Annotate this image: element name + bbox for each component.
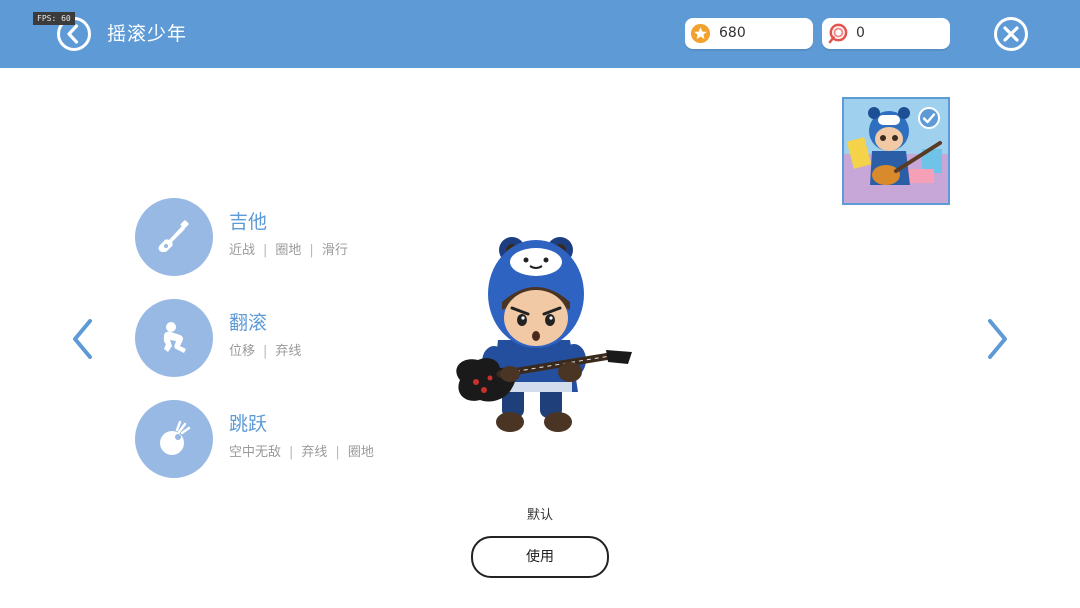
skill-tags: 位移 | 弃线 (229, 344, 302, 359)
selected-badge (918, 107, 940, 129)
top-bar: 摇滚少年 680 0 (0, 0, 1080, 68)
coin-counter: 680 (685, 18, 813, 49)
skill-tag: 位移 (229, 344, 256, 359)
page-title: 摇滚少年 (107, 23, 188, 45)
skill-tag: 滑行 (321, 243, 348, 258)
rock-boy-character-icon (456, 237, 632, 432)
skill-guitar: 吉他 近战 | 圈地 | 滑行 (135, 198, 455, 278)
next-skin-button[interactable] (986, 318, 1010, 360)
skill-badge (135, 198, 213, 276)
skill-name: 翻滚 (229, 312, 268, 334)
skill-badge (135, 400, 213, 478)
skill-roll: 翻滚 位移 | 弃线 (135, 299, 455, 379)
coin-value: 680 (719, 25, 746, 41)
skill-jump: 跳跃 空中无敌 | 弃线 | 圈地 (135, 400, 455, 480)
jump-icon (160, 420, 191, 455)
skill-tag: 弃线 (275, 344, 302, 359)
prev-skin-button[interactable] (70, 318, 94, 360)
fps-counter: FPS: 60 (33, 12, 75, 25)
skill-name: 吉他 (229, 211, 268, 233)
close-button[interactable] (994, 17, 1028, 51)
use-button[interactable]: 使用 (471, 536, 609, 578)
skill-tag: 近战 (229, 243, 256, 258)
roll-icon (163, 322, 186, 353)
skill-tag: 弃线 (301, 445, 328, 460)
guitar-icon (158, 220, 189, 252)
lollipop-value: 0 (856, 25, 865, 41)
skill-tag: 空中无敌 (229, 445, 282, 460)
star-coin-icon (690, 23, 711, 44)
lollipop-icon (828, 23, 848, 44)
skill-badge (135, 299, 213, 377)
skill-tags: 近战 | 圈地 | 滑行 (229, 243, 348, 258)
skin-name: 默认 (526, 508, 553, 523)
skin-thumbnail[interactable] (842, 97, 950, 205)
skill-name: 跳跃 (229, 413, 268, 435)
skill-tag: 圈地 (275, 243, 302, 258)
skill-tags: 空中无敌 | 弃线 | 圈地 (229, 445, 374, 460)
lollipop-counter: 0 (822, 18, 950, 49)
check-icon (922, 113, 936, 124)
close-icon (1003, 26, 1019, 42)
skill-tag: 圈地 (347, 445, 374, 460)
